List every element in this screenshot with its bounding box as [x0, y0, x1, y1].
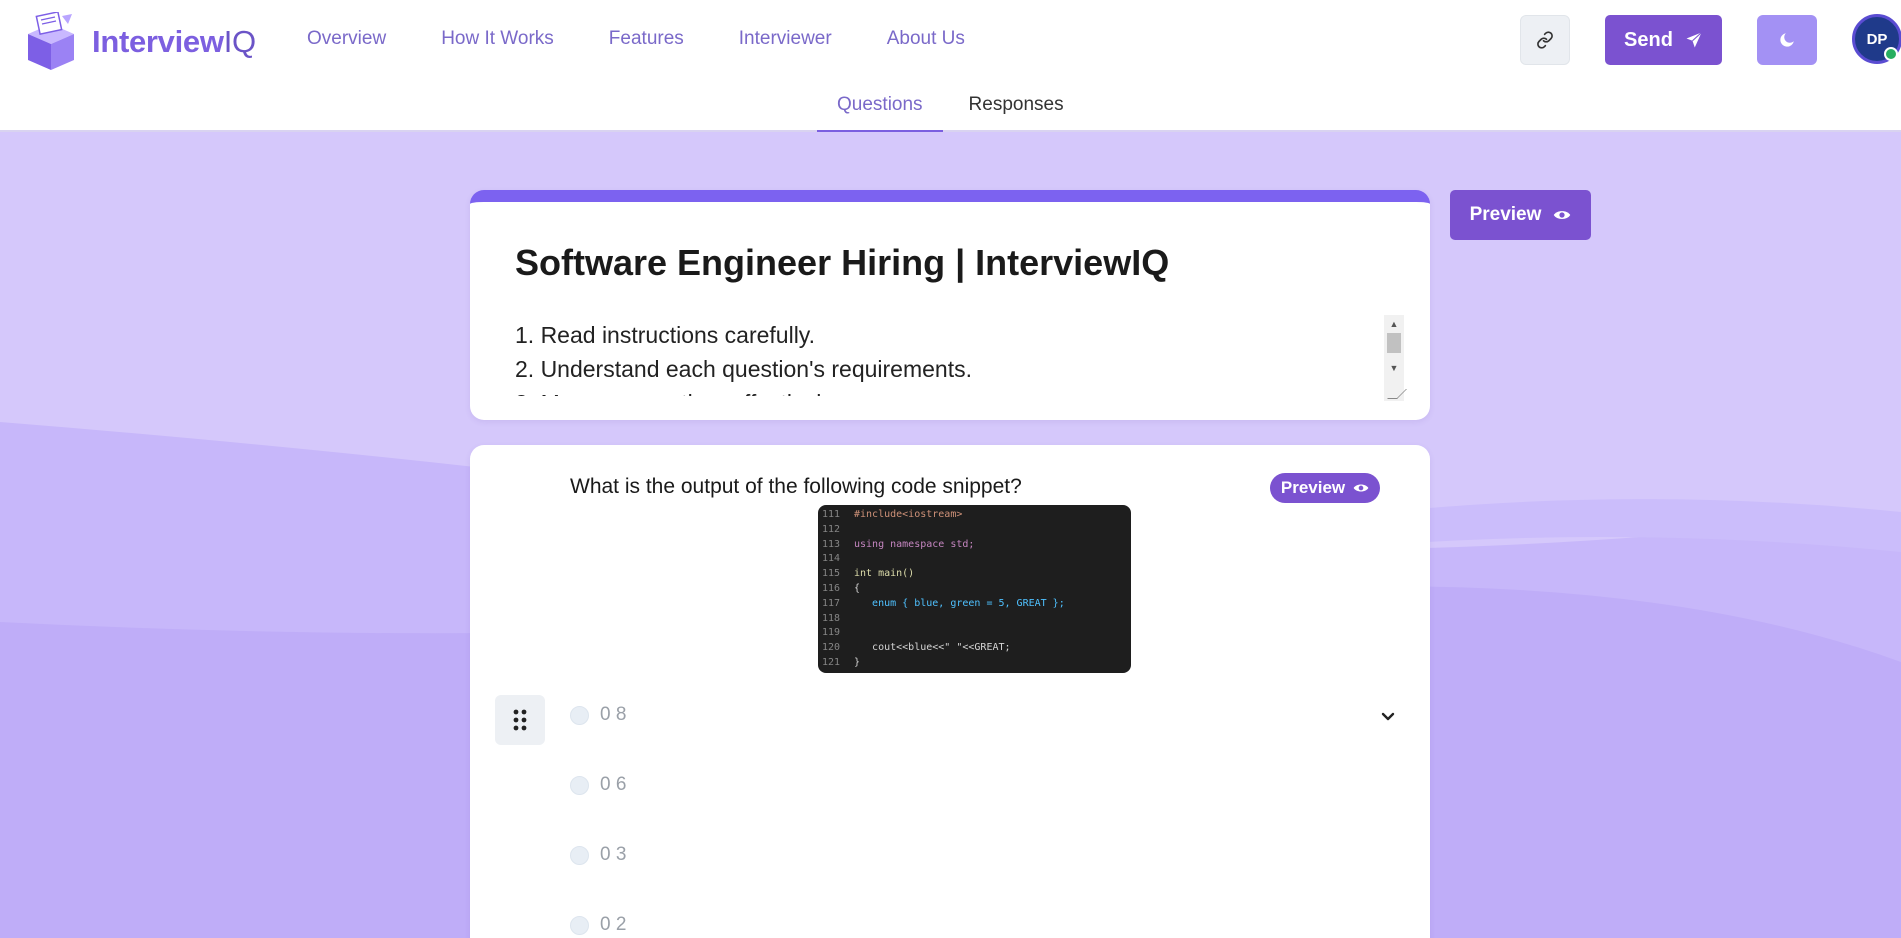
- line-number: 114: [822, 553, 841, 565]
- code-text: {: [854, 582, 861, 594]
- answer-option[interactable]: 0 6: [570, 774, 626, 796]
- grip-dots-icon: [513, 709, 527, 731]
- line-number: 117: [822, 597, 841, 609]
- code-line: 120 cout<<blue<<" "<<GREAT;: [818, 641, 1131, 656]
- code-snippet-image: 111 #include<iostream> 112 113 using names…: [818, 505, 1131, 673]
- radio-button[interactable]: [570, 705, 589, 725]
- resize-handle-icon[interactable]: [1387, 389, 1407, 399]
- theme-toggle-button[interactable]: [1757, 15, 1817, 65]
- moon-icon: [1780, 33, 1794, 47]
- nav-about-us[interactable]: About Us: [887, 28, 965, 50]
- form-header-card: Software Engineer Hiring | InterviewIQ 1…: [470, 190, 1430, 420]
- code-text: using namespace std;: [854, 538, 975, 550]
- code-line: 119: [818, 626, 1131, 641]
- preview-label: Preview: [1469, 204, 1542, 225]
- question-preview-button[interactable]: Preview: [1270, 473, 1380, 503]
- nav-features[interactable]: Features: [609, 28, 684, 50]
- form-instructions-textarea[interactable]: 1. Read instructions carefully. 2. Under…: [515, 318, 1385, 396]
- line-number: 116: [822, 582, 841, 594]
- eye-icon: [1554, 211, 1571, 219]
- code-line: 113 using namespace std;: [818, 538, 1131, 553]
- instruction-line: 3. Manage your time effectively.: [515, 386, 1385, 396]
- chevron-down-icon: [1381, 712, 1395, 721]
- code-text: cout<<blue<<" "<<GREAT;: [854, 642, 1011, 654]
- question-card: What is the output of the following code…: [470, 445, 1430, 938]
- drag-handle-button[interactable]: [495, 695, 545, 745]
- question-text[interactable]: What is the output of the following code…: [570, 475, 1022, 499]
- line-number: 119: [822, 627, 841, 639]
- code-line: 114: [818, 552, 1131, 567]
- question-preview-label: Preview: [1280, 478, 1346, 497]
- radio-button[interactable]: [570, 845, 589, 865]
- radio-button[interactable]: [570, 775, 589, 795]
- scroll-thumb[interactable]: [1387, 333, 1401, 353]
- scroll-up-arrow-icon[interactable]: ▲: [1384, 317, 1404, 331]
- answer-option[interactable]: 0 8: [570, 704, 626, 726]
- code-line: 111 #include<iostream>: [818, 508, 1131, 523]
- line-number: 120: [822, 642, 841, 654]
- option-label: 0 8: [600, 704, 627, 725]
- top-navbar: InterviewIQ Overview How It Works Featur…: [0, 0, 1901, 133]
- code-text: enum { blue, green = 5, GREAT };: [854, 597, 1065, 609]
- nav-interviewer[interactable]: Interviewer: [739, 28, 832, 50]
- code-line: 115 int main(): [818, 567, 1131, 582]
- option-label: 0 3: [600, 844, 627, 865]
- code-line: 112: [818, 523, 1131, 538]
- scroll-down-arrow-icon[interactable]: ▼: [1384, 361, 1404, 375]
- send-label: Send: [1624, 28, 1673, 51]
- nav-overview[interactable]: Overview: [307, 28, 386, 50]
- code-text: int main(): [854, 568, 915, 580]
- main-nav: Overview How It Works Features Interview…: [307, 28, 1020, 50]
- instructions-scrollbar[interactable]: ▲ ▼: [1384, 315, 1407, 401]
- line-number: 111: [822, 509, 841, 520]
- code-line: 116 {: [818, 582, 1131, 597]
- instruction-line: 1. Read instructions carefully.: [515, 322, 815, 348]
- preview-form-button[interactable]: Preview: [1450, 190, 1591, 240]
- logo-box-icon: [22, 11, 80, 72]
- online-status-dot: [1884, 47, 1898, 61]
- nav-how-it-works[interactable]: How It Works: [441, 28, 554, 50]
- form-tabs: Questions Responses: [817, 92, 1084, 133]
- send-button[interactable]: Send: [1605, 15, 1722, 65]
- code-text: #include<iostream>: [854, 509, 963, 520]
- code-line: 117 enum { blue, green = 5, GREAT };: [818, 597, 1131, 612]
- option-label: 0 2: [600, 914, 627, 935]
- tab-responses[interactable]: Responses: [949, 92, 1084, 133]
- code-text: }: [854, 656, 861, 668]
- code-line: 118: [818, 612, 1131, 627]
- answer-option[interactable]: 0 3: [570, 844, 626, 866]
- eye-icon: [1353, 484, 1369, 492]
- tab-questions[interactable]: Questions: [817, 92, 943, 133]
- line-number: 121: [822, 656, 841, 668]
- instruction-line: 2. Understand each question's requiremen…: [515, 356, 972, 382]
- line-number: 115: [822, 568, 841, 580]
- line-number: 112: [822, 523, 841, 535]
- expand-question-button[interactable]: [1380, 710, 1396, 728]
- copy-link-button[interactable]: [1520, 15, 1570, 65]
- brand-logo[interactable]: InterviewIQ: [22, 11, 256, 72]
- form-title[interactable]: Software Engineer Hiring | InterviewIQ: [515, 242, 1169, 284]
- code-line: 121}: [818, 656, 1131, 671]
- line-number: 118: [822, 612, 841, 624]
- radio-button[interactable]: [570, 915, 589, 935]
- brand-name: InterviewIQ: [92, 24, 256, 59]
- link-icon: [1537, 31, 1553, 49]
- line-number: 113: [822, 538, 841, 550]
- paper-plane-icon: [1686, 32, 1702, 48]
- option-label: 0 6: [600, 774, 627, 795]
- answer-option[interactable]: 0 2: [570, 914, 626, 936]
